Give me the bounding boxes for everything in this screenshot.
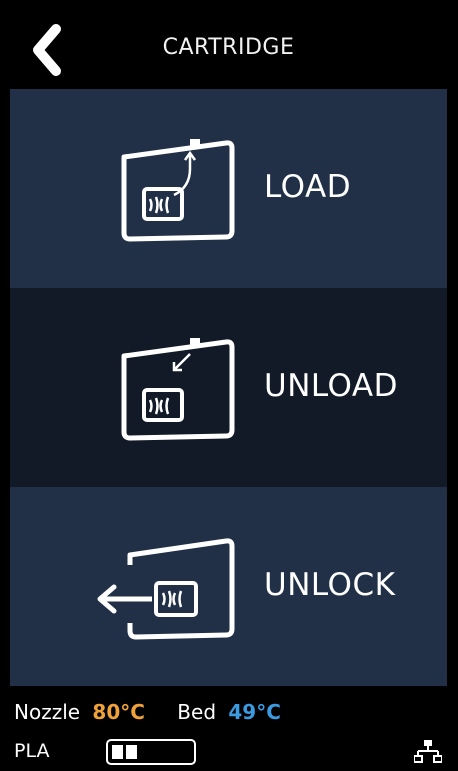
unload-button[interactable]: UNLOAD [10, 288, 447, 487]
material-level-bar [106, 739, 196, 765]
load-button[interactable]: LOAD [10, 89, 447, 288]
network-icon [414, 740, 442, 763]
load-label: LOAD [264, 169, 352, 205]
nozzle-temperature: 80°C [92, 700, 145, 724]
unlock-label: UNLOCK [264, 567, 396, 603]
page-title: CARTRIDGE [162, 35, 295, 60]
cartridge-load-icon [121, 139, 235, 242]
bed-temperature: 49°C [228, 700, 281, 724]
cartridge-unload-icon [121, 338, 235, 441]
material-label: PLA [14, 740, 50, 762]
header-bar: CARTRIDGE [10, 11, 447, 89]
unload-label: UNLOAD [264, 368, 398, 404]
nozzle-label: Nozzle [14, 700, 81, 724]
temperature-row: Nozzle 80°C Bed 49°C [14, 700, 281, 724]
material-level-segment [112, 745, 123, 759]
cartridge-screen: CARTRIDGE LOAD UNLOAD UNLOCK Nozzle 80°C… [10, 11, 447, 771]
unlock-button[interactable]: UNLOCK [10, 487, 447, 686]
status-bar: Nozzle 80°C Bed 49°C PLA [10, 686, 447, 771]
material-level-segment [126, 745, 137, 759]
bed-label: Bed [177, 700, 217, 724]
cartridge-unlock-icon [97, 538, 235, 640]
